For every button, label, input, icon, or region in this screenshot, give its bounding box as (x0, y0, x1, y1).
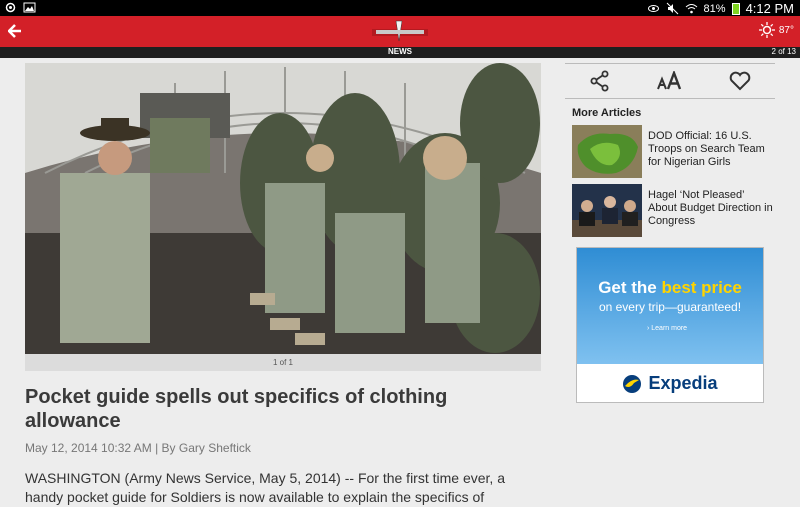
eye-icon (647, 5, 659, 12)
location-icon (5, 2, 16, 13)
article-meta: May 12, 2014 10:32 AM | By Gary Sheftick (25, 441, 251, 455)
ad-banner: Get the best price on every trip—guarant… (577, 248, 763, 364)
more-article-title: Hagel ‘Not Pleased’ About Budget Directi… (648, 189, 773, 227)
ad-headline: Get the best price (598, 278, 742, 297)
photo-counter: 1 of 1 (25, 354, 541, 371)
article-title: Pocket guide spells out specifics of clo… (25, 386, 448, 432)
more-article-title: DOD Official: 16 U.S. Troops on Search T… (648, 130, 765, 168)
wifi-icon (685, 4, 697, 14)
globe-icon (623, 374, 642, 393)
heart-icon (729, 71, 751, 91)
right-rail: More Articles DOD Official: 16 U.S. Troo… (565, 63, 775, 237)
sun-icon (758, 22, 775, 38)
photo-illustration (25, 63, 541, 354)
ad-subline: on every trip—guaranteed! (598, 300, 742, 314)
map-thumbnail (572, 125, 642, 178)
text-size-button[interactable] (656, 69, 684, 93)
favorite-button[interactable] (726, 69, 754, 93)
advertisement[interactable]: Get the best price on every trip—guarant… (576, 247, 764, 403)
article-photo[interactable] (25, 63, 541, 354)
back-arrow-icon (7, 24, 21, 38)
section-bar: NEWS 2 of 13 (0, 47, 800, 58)
text-size-icon (657, 71, 682, 90)
ad-brand-name: Expedia (648, 373, 718, 393)
weather-temp: 87° (778, 24, 794, 36)
publication-logo (372, 20, 428, 42)
share-button[interactable] (586, 69, 614, 93)
battery-icon (731, 2, 740, 15)
article-body: WASHINGTON (Army News Service, May 5, 20… (25, 469, 541, 507)
more-article-item[interactable]: Hagel ‘Not Pleased’ About Budget Directi… (565, 184, 775, 237)
image-icon (23, 2, 36, 13)
mute-icon (666, 2, 678, 15)
app-header: 87° (0, 16, 800, 47)
clock: 4:12 PM (745, 1, 794, 16)
ad-learn-more-link[interactable]: › Learn more (647, 325, 687, 332)
more-articles-heading: More Articles (572, 107, 642, 119)
back-button[interactable] (7, 22, 28, 42)
ad-brand-bar: Expedia (577, 364, 763, 402)
body-line: WASHINGTON (Army News Service, May 5, 20… (25, 470, 505, 486)
article-pager: 2 of 13 (771, 47, 796, 56)
battery-percent: 81% (703, 2, 726, 15)
share-icon (590, 70, 609, 92)
body-line: handy pocket guide for Soldiers is now a… (25, 489, 485, 505)
section-label: NEWS (388, 47, 412, 56)
weather[interactable]: 87° (758, 22, 794, 38)
article-actions (565, 63, 775, 99)
more-article-item[interactable]: DOD Official: 16 U.S. Troops on Search T… (565, 125, 775, 178)
article: 1 of 1 Pocket guide spells out specifics… (25, 63, 541, 507)
status-bar: 81% 4:12 PM (0, 0, 800, 16)
ad-headline-highlight: best price (661, 278, 742, 297)
photo-thumbnail (572, 184, 642, 237)
